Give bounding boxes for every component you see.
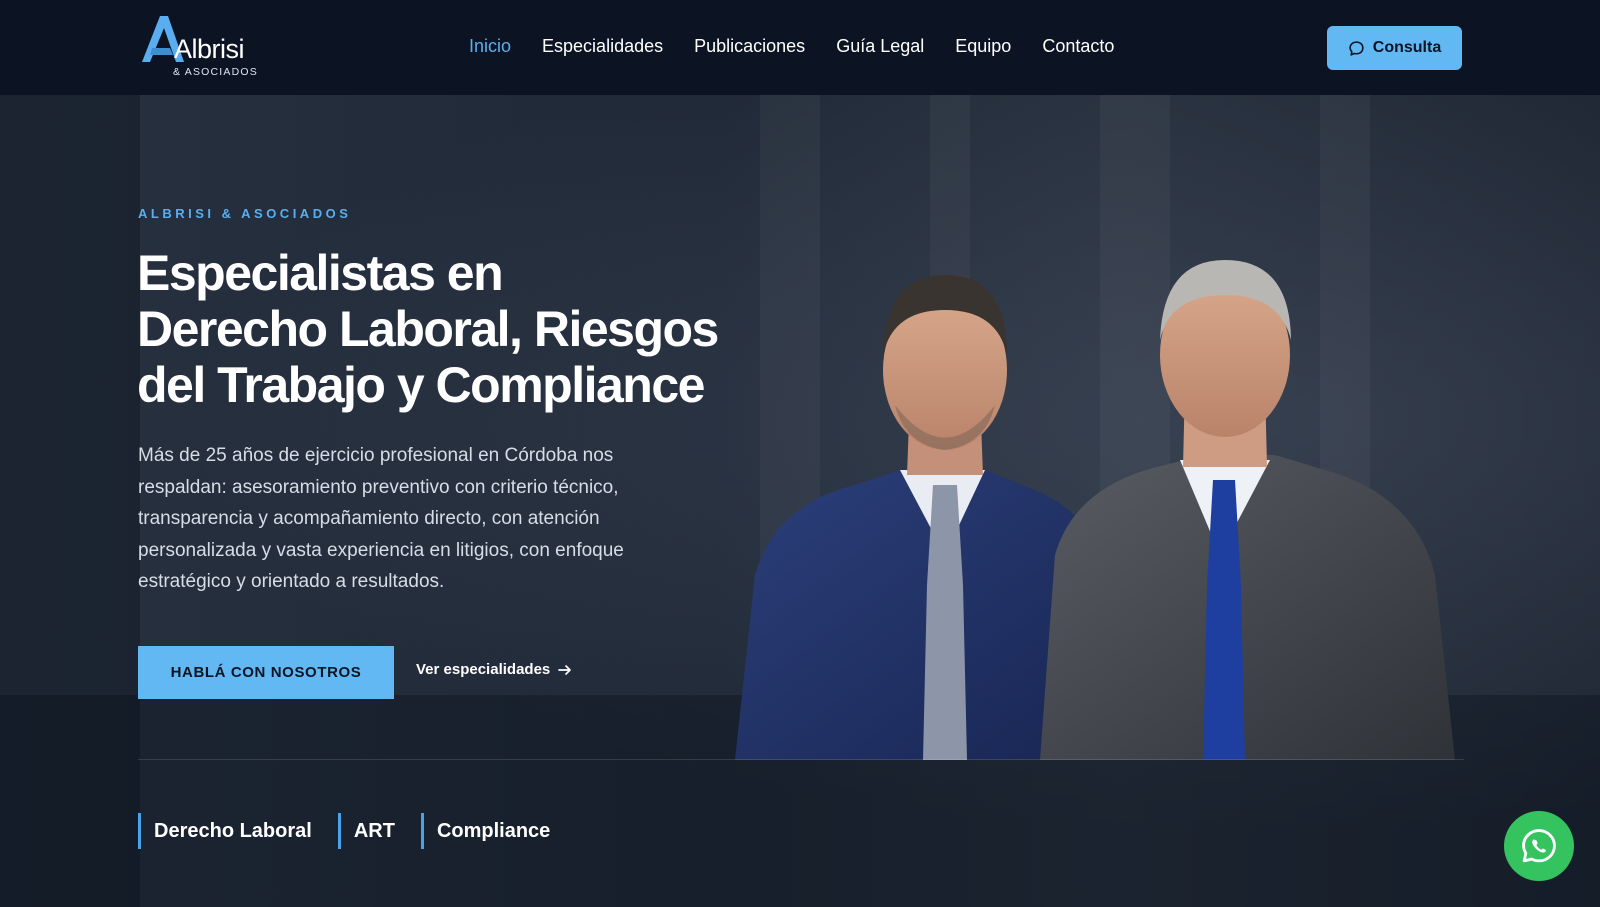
tag-art: ART — [337, 813, 421, 849]
lawyers-photo — [735, 260, 1455, 760]
nav-item-contacto[interactable]: Contacto — [1042, 36, 1114, 57]
tag-compliance: Compliance — [420, 813, 576, 849]
consulta-button-label: Consulta — [1372, 39, 1442, 56]
right-lawyer-figure — [1040, 260, 1455, 760]
habla-con-nosotros-button[interactable]: HABLÁ CON NOSOTROS — [138, 646, 394, 699]
whatsapp-icon — [1522, 829, 1556, 863]
hero-eyebrow: ALBRISI & ASOCIADOS — [138, 206, 352, 221]
specialty-tags: Derecho Laboral ART Compliance — [138, 813, 576, 849]
nav-item-especialidades[interactable]: Especialidades — [542, 36, 663, 57]
main-nav: Inicio Especialidades Publicaciones Guía… — [469, 36, 1145, 57]
hero-title-line: del Trabajo y Compliance — [137, 357, 705, 413]
arrow-right-icon — [558, 664, 572, 675]
hero-title: Especialistas en Derecho Laboral, Riesgo… — [137, 245, 777, 413]
chat-bubble-icon — [1349, 40, 1364, 56]
tag-derecho-laboral: Derecho Laboral — [138, 813, 338, 849]
ver-especialidades-label: Ver especialidades — [416, 661, 551, 678]
nav-item-inicio[interactable]: Inicio — [469, 36, 511, 57]
hero-title-line: Especialistas en — [137, 245, 504, 301]
hero-description: Más de 25 años de ejercicio profesional … — [138, 445, 624, 592]
logo-wordmark: Albrisi — [174, 34, 245, 64]
hero-section: ALBRISI & ASOCIADOS Especialistas en Der… — [0, 95, 1600, 907]
hero-title-line: Derecho Laboral, Riesgos — [137, 301, 719, 357]
logo-subtitle: & ASOCIADOS — [173, 66, 258, 78]
hero-divider — [138, 759, 1464, 760]
consulta-button[interactable]: Consulta — [1327, 26, 1462, 70]
nav-item-equipo[interactable]: Equipo — [955, 36, 1011, 57]
site-header: Albrisi & ASOCIADOS Inicio Especialidade… — [0, 0, 1600, 95]
whatsapp-button[interactable] — [1504, 811, 1574, 881]
brand-logo[interactable]: Albrisi & ASOCIADOS — [140, 14, 270, 80]
nav-item-guia-legal[interactable]: Guía Legal — [836, 36, 924, 57]
ver-especialidades-link[interactable]: Ver especialidades — [416, 661, 572, 678]
nav-item-publicaciones[interactable]: Publicaciones — [694, 36, 805, 57]
